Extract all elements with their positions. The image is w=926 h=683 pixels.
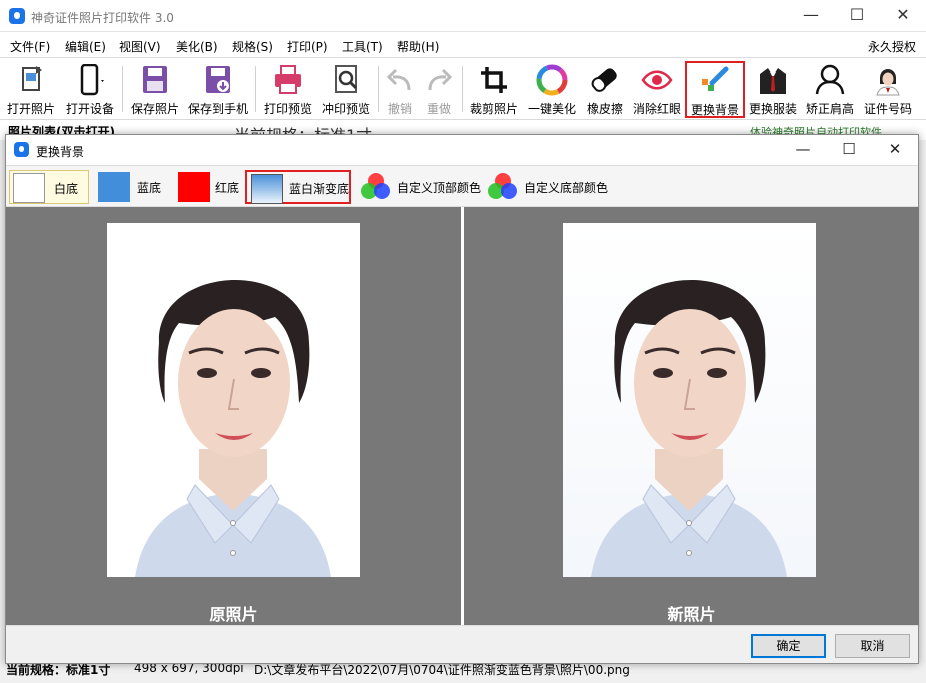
rgb-circles-icon (488, 173, 518, 201)
eye-icon (641, 70, 673, 90)
color-wheel-icon (536, 64, 568, 96)
save-to-phone-icon (206, 66, 230, 93)
white-swatch (13, 173, 45, 203)
new-photo-caption: 新照片 (667, 605, 716, 624)
white-bg-option[interactable]: 白底 (9, 170, 89, 204)
beautify-button[interactable]: 一键美化 (525, 62, 579, 116)
printer-icon (275, 65, 301, 94)
change-background-dialog: 更换背景 — ☐ ✕ 白底 蓝底 红底 蓝白渐变底 自定义顶部颜色 自定义底部颜… (5, 134, 919, 664)
minimize-button[interactable]: — (788, 0, 834, 32)
fix-shoulder-button[interactable]: 矫正肩高 (803, 62, 857, 116)
toolbar-separator (255, 66, 256, 112)
original-photo-caption: 原照片 (209, 605, 258, 624)
dialog-minimize-button[interactable]: — (780, 135, 826, 165)
new-photo-panel: 新照片 (464, 207, 919, 625)
phone-icon (80, 64, 104, 96)
blue-swatch (98, 172, 130, 202)
change-clothes-button[interactable]: 更换服装 (746, 62, 800, 116)
undo-button[interactable]: 撤销 (382, 62, 418, 116)
brush-icon (702, 66, 729, 91)
toolbar-separator (462, 66, 463, 112)
dialog-app-icon (14, 142, 29, 157)
dialog-footer: 确定 取消 (6, 625, 918, 663)
menu-spec[interactable]: 规格(S) (232, 38, 273, 55)
gradient-swatch (251, 174, 283, 204)
id-portrait-icon (876, 65, 900, 96)
red-eye-button[interactable]: 消除红眼 (630, 62, 684, 116)
print-preview-button[interactable]: 打印预览 (261, 62, 315, 116)
menu-beautify[interactable]: 美化(B) (176, 38, 218, 55)
blue-bg-option[interactable]: 蓝底 (95, 170, 167, 204)
original-photo (107, 223, 360, 577)
main-toolbar: 打开照片 打开设备 保存照片 保存到手机 打印预览 冲印预览 撤销 重做 裁剪照… (0, 58, 926, 120)
main-titlebar: 神奇证件照片打印软件 3.0 — ☐ ✕ (0, 0, 926, 32)
red-swatch (178, 172, 210, 202)
crop-button[interactable]: 裁剪照片 (467, 62, 521, 116)
floppy-icon (143, 66, 167, 93)
menu-bar: 文件(F) 编辑(E) 视图(V) 美化(B) 规格(S) 打印(P) 工具(T… (0, 32, 926, 58)
cancel-button[interactable]: 取消 (835, 634, 910, 658)
eraser-button[interactable]: 橡皮擦 (583, 62, 627, 116)
redo-button[interactable]: 重做 (421, 62, 457, 116)
save-to-phone-button[interactable]: 保存到手机 (186, 62, 250, 116)
close-button[interactable]: ✕ (880, 0, 926, 32)
menu-view[interactable]: 视图(V) (119, 38, 161, 55)
background-options-bar: 白底 蓝底 红底 蓝白渐变底 自定义顶部颜色 自定义底部颜色 (6, 165, 918, 207)
original-photo-panel: 原照片 (6, 207, 461, 625)
new-photo (563, 223, 816, 577)
custom-top-color-option[interactable]: 自定义顶部颜色 (359, 170, 483, 204)
crop-icon (481, 67, 507, 93)
dialog-maximize-button[interactable]: ☐ (826, 135, 872, 165)
red-bg-option[interactable]: 红底 (175, 170, 243, 204)
suit-icon (760, 68, 786, 94)
develop-preview-button[interactable]: 冲印预览 (319, 62, 373, 116)
portrait-image (135, 279, 331, 577)
rgb-circles-icon (361, 173, 391, 201)
dialog-close-button[interactable]: ✕ (872, 135, 918, 165)
id-number-button[interactable]: 证件号码 (861, 62, 915, 116)
menu-print[interactable]: 打印(P) (287, 38, 328, 55)
toolbar-separator (378, 66, 379, 112)
dialog-titlebar: 更换背景 — ☐ ✕ (6, 135, 918, 165)
change-background-button[interactable]: 更换背景 (685, 61, 745, 118)
shoulder-icon (815, 64, 845, 95)
save-photo-button[interactable]: 保存照片 (128, 62, 182, 116)
custom-bottom-color-option[interactable]: 自定义底部颜色 (486, 170, 610, 204)
blue-white-gradient-bg-option[interactable]: 蓝白渐变底 (245, 170, 351, 204)
maximize-button[interactable]: ☐ (834, 0, 880, 32)
redo-icon (428, 68, 453, 91)
menu-edit[interactable]: 编辑(E) (65, 38, 106, 55)
develop-preview-icon (335, 65, 358, 93)
menu-tools[interactable]: 工具(T) (342, 38, 383, 55)
ok-button[interactable]: 确定 (751, 634, 826, 658)
portrait-image (591, 279, 787, 577)
menu-file[interactable]: 文件(F) (10, 38, 50, 55)
app-icon (9, 8, 25, 24)
undo-icon (386, 68, 411, 91)
open-photo-button[interactable]: 打开照片 (4, 62, 58, 116)
toolbar-separator (122, 66, 123, 112)
license-label: 永久授权 (867, 40, 916, 54)
dialog-title: 更换背景 (36, 145, 85, 159)
open-device-button[interactable]: 打开设备 (62, 62, 118, 116)
open-photo-icon (22, 66, 42, 91)
menu-help[interactable]: 帮助(H) (397, 38, 439, 55)
window-title: 神奇证件照片打印软件 3.0 (31, 11, 174, 25)
eraser-icon (591, 68, 617, 92)
